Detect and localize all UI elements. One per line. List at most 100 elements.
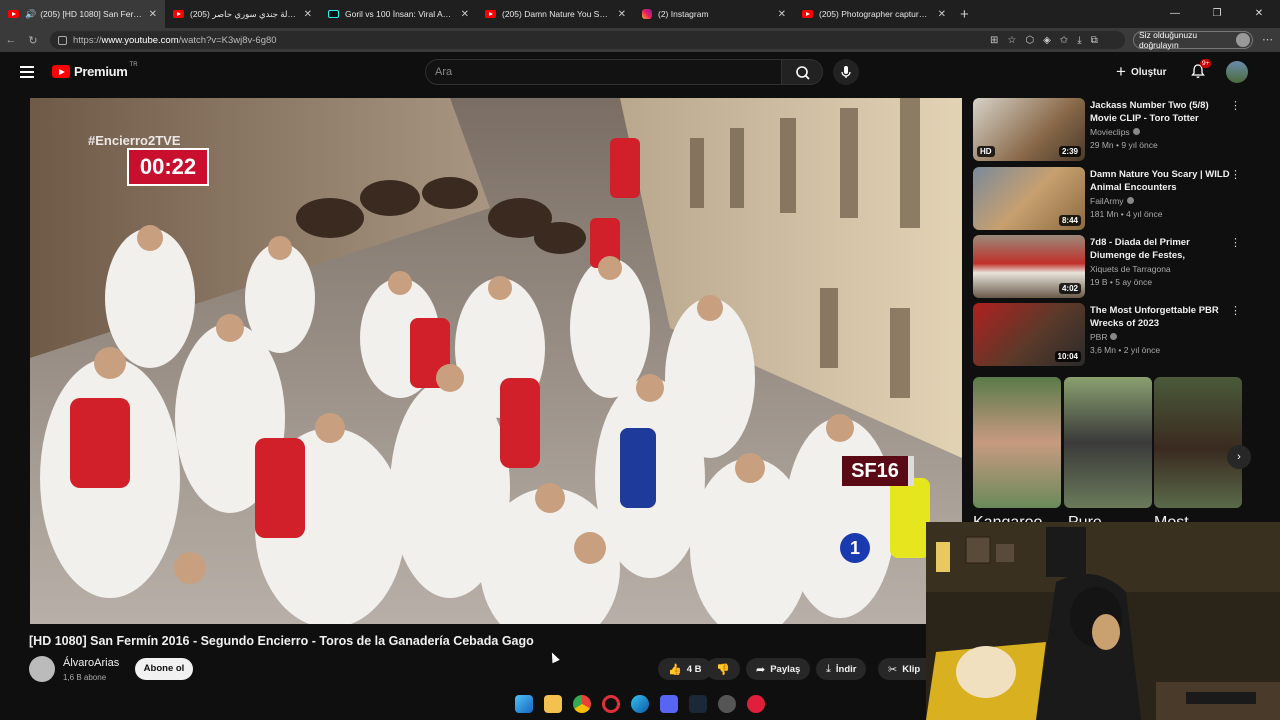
search-input[interactable]: Ara [425, 59, 782, 85]
recommendation-title[interactable]: 7d8 - Diada del Primer Diumenge de Feste… [1090, 236, 1230, 262]
tab-title: (205) Photographer captures inter [819, 9, 932, 19]
like-button[interactable]: 👍 4 B [658, 658, 712, 680]
recommendation-title[interactable]: The Most Unforgettable PBR Wrecks of 202… [1090, 304, 1230, 330]
meta-separator: • [1116, 140, 1119, 150]
url-field[interactable]: https://www.youtube.com/watch?v=K3wj8v-6… [50, 31, 1125, 49]
close-icon[interactable]: ✕ [778, 9, 786, 20]
window-controls: — ❐ ✕ [1154, 0, 1280, 28]
notifications-button[interactable]: 9+ [1190, 59, 1212, 79]
minimize-icon[interactable]: — [1154, 0, 1196, 28]
app-install-icon[interactable]: ⊞ [990, 35, 998, 46]
extensions-icon[interactable]: ⬡ [1025, 35, 1034, 46]
address-bar-icons: ⊞ ☆ ⬡ ◈ ✩ ⤓ ⧉ [990, 28, 1098, 52]
video-thumbnail[interactable]: 4:02 [973, 235, 1085, 298]
settings-gear-icon[interactable] [718, 695, 736, 713]
browser-tab-1[interactable]: 🔊 (205) [HD 1080] San Fermín 2016 ✕ [0, 0, 165, 28]
speaker-icon[interactable]: 🔊 [25, 9, 36, 20]
close-icon[interactable]: ✕ [618, 9, 626, 20]
close-icon[interactable]: ✕ [461, 9, 469, 20]
download-icon: ⤓ [826, 662, 831, 675]
recommendation-channel[interactable]: FailArmy [1090, 196, 1124, 206]
file-explorer-icon[interactable] [544, 695, 562, 713]
recommendation-channel[interactable]: Movieclips [1090, 127, 1130, 137]
video-overlay-sf-badge: SF16 [842, 456, 914, 486]
user-avatar[interactable] [1226, 61, 1248, 83]
mouse-cursor [548, 650, 560, 664]
share-button[interactable]: ➦ Paylaş [746, 658, 811, 680]
search-button[interactable] [781, 59, 823, 85]
video-thumbnail[interactable]: HD 2:39 [973, 98, 1085, 161]
create-button[interactable]: + Oluştur [1116, 61, 1167, 83]
windows-start-icon[interactable] [515, 695, 533, 713]
browser-menu-icon[interactable]: ⋯ [1262, 33, 1273, 46]
maximize-icon[interactable]: ❐ [1196, 0, 1238, 28]
back-icon[interactable]: ← [0, 34, 22, 46]
recommendation-title[interactable]: Jackass Number Two (5/8) Movie CLIP - To… [1090, 99, 1230, 125]
close-icon[interactable]: ✕ [938, 9, 946, 20]
subscribe-button[interactable]: Abone ol [135, 658, 193, 680]
recommendation-item[interactable]: HD 2:39 Jackass Number Two (5/8) Movie C… [973, 98, 1263, 162]
chevron-right-icon[interactable]: › [1227, 445, 1251, 469]
browser-tab-5[interactable]: (2) Instagram ✕ [634, 0, 794, 28]
downloads-icon[interactable]: ⤓ [1077, 35, 1081, 46]
new-tab-icon[interactable]: + [960, 6, 969, 23]
meta-separator: • [1109, 277, 1113, 287]
browser-tab-4[interactable]: (205) Damn Nature You Scary | Wi ✕ [477, 0, 634, 28]
download-button[interactable]: ⤓ İndir [816, 658, 867, 680]
taskbar [500, 690, 780, 718]
youtube-logo[interactable]: Premium TR [52, 62, 138, 79]
recommendation-item[interactable]: 8:44 Damn Nature You Scary | WILD Animal… [973, 167, 1263, 231]
site-info-icon[interactable] [58, 35, 67, 45]
close-window-icon[interactable]: ✕ [1238, 0, 1280, 28]
logo-text: Premium [74, 64, 128, 79]
music-player-icon[interactable] [747, 695, 765, 713]
reload-icon[interactable]: ↻ [22, 34, 44, 47]
view-count: 181 Mn [1090, 209, 1119, 219]
browser-tab-2[interactable]: (205) شاهد بسالة جندي سوري حاصر ✕ [165, 0, 320, 28]
channel-name[interactable]: ÁlvaroArias [63, 657, 119, 669]
discord-icon[interactable] [660, 695, 678, 713]
subscriber-count: 1,6 B abone [63, 673, 107, 682]
recommendation-title[interactable]: Damn Nature You Scary | WILD Animal Enco… [1090, 168, 1230, 194]
short-thumbnail[interactable] [1154, 377, 1242, 508]
recommendation-channel[interactable]: Xiquets de Tarragona [1090, 264, 1171, 274]
chrome-icon[interactable] [573, 695, 591, 713]
video-thumbnail[interactable]: 10:04 [973, 303, 1085, 366]
thumbs-down-icon: 👎 [716, 663, 730, 676]
upload-age: 4 yıl önce [1126, 209, 1163, 219]
recommendation-item[interactable]: 4:02 7d8 - Diada del Primer Diumenge de … [973, 235, 1263, 299]
edge-icon[interactable] [631, 695, 649, 713]
more-options-icon[interactable]: ⋮ [1230, 168, 1241, 181]
recommendation-channel[interactable]: PBR [1090, 332, 1107, 342]
browser-tab-6[interactable]: (205) Photographer captures inter ✕ [794, 0, 954, 28]
recommendation-item[interactable]: 10:04 The Most Unforgettable PBR Wrecks … [973, 303, 1263, 367]
bookmark-star-icon[interactable]: ☆ [1007, 35, 1016, 46]
close-icon[interactable]: ✕ [149, 9, 157, 20]
video-player[interactable]: #Encierro2TVE 00:22 SF16 1 [30, 98, 962, 624]
clip-button[interactable]: ✂ Klip [878, 658, 926, 680]
more-options-icon[interactable]: ⋮ [1230, 236, 1241, 249]
duration-badge: 8:44 [1058, 215, 1081, 226]
close-icon[interactable]: ✕ [304, 9, 312, 20]
opera-icon[interactable] [602, 695, 620, 713]
short-thumbnail[interactable] [1064, 377, 1152, 508]
more-options-icon[interactable]: ⋮ [1230, 304, 1241, 317]
favorites-icon[interactable]: ✩ [1060, 35, 1068, 46]
profile-button[interactable]: Siz olduğunuzu doğrulayın [1133, 30, 1253, 50]
voice-search-button[interactable] [833, 59, 859, 85]
more-options-icon[interactable]: ⋮ [1230, 99, 1241, 112]
channel-avatar[interactable] [29, 656, 55, 682]
tab-title: (2) Instagram [658, 9, 709, 19]
hd-badge: HD [977, 146, 995, 157]
video-overlay-channel-tag: #Encierro2TVE [88, 133, 181, 148]
collections-icon[interactable]: ⧉ [1091, 35, 1098, 46]
video-thumbnail[interactable]: 8:44 [973, 167, 1085, 230]
steam-icon[interactable] [689, 695, 707, 713]
menu-icon[interactable] [20, 66, 34, 78]
short-thumbnail[interactable] [973, 377, 1061, 508]
dislike-button[interactable]: 👎 [706, 658, 740, 680]
address-bar-row: ← ↻ https://www.youtube.com/watch?v=K3wj… [0, 28, 1280, 52]
adblock-icon[interactable]: ◈ [1043, 35, 1051, 46]
browser-tab-3[interactable]: Goril vs 100 İnsan: Viral Animasyon ✕ [320, 0, 477, 28]
like-count: 4 B [686, 663, 702, 675]
